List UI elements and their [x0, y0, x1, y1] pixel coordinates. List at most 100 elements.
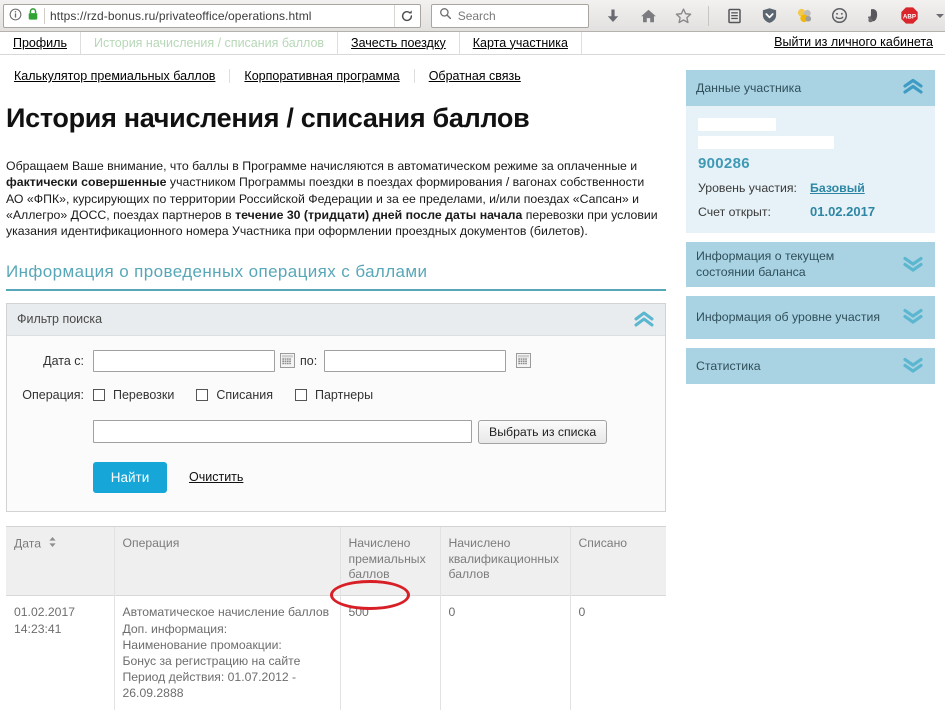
adblock-plus-icon[interactable]: ABP	[899, 6, 919, 26]
browser-toolbar-icons: ABP	[603, 6, 945, 26]
double-chevron-up-icon[interactable]	[633, 310, 655, 328]
downloads-icon[interactable]	[603, 6, 623, 26]
find-button[interactable]: Найти	[93, 462, 167, 493]
double-chevron-down-icon[interactable]	[901, 306, 925, 328]
svg-text:ABP: ABP	[902, 14, 915, 21]
toolbar-divider	[708, 6, 709, 26]
calendar-icon-to[interactable]	[516, 353, 531, 368]
home-icon[interactable]	[638, 6, 658, 26]
extension-flower-icon[interactable]	[794, 6, 814, 26]
nav-link-profile[interactable]: Профиль	[13, 36, 67, 50]
nav-item-profile[interactable]: Профиль	[0, 32, 81, 55]
checkbox-partners[interactable]	[295, 389, 307, 401]
sort-arrows-icon[interactable]	[48, 536, 57, 553]
column-header-date[interactable]: Дата	[6, 527, 114, 596]
date-from-label: Дата с:	[7, 354, 93, 368]
panel-header-member-data[interactable]: Данные участника	[686, 70, 935, 106]
clear-button[interactable]: Очистить	[189, 470, 243, 484]
primary-navigation: Профиль История начисления / списания ба…	[0, 32, 945, 55]
bookmark-star-icon[interactable]	[673, 6, 693, 26]
member-level-label: Уровень участия:	[698, 181, 810, 195]
operations-table-wrapper: Дата Операция Начислено премиальных балл…	[6, 526, 666, 710]
account-opened-label: Счет открыт:	[698, 205, 810, 219]
intro-paragraph: Обращаем Ваше внимание, что баллы в Прог…	[6, 158, 661, 240]
column-header-operation: Операция	[114, 527, 340, 596]
page-info-icon[interactable]	[9, 8, 22, 24]
evernote-icon[interactable]	[864, 6, 884, 26]
chevron-down-icon[interactable]	[934, 6, 945, 26]
lock-icon[interactable]	[27, 7, 39, 24]
panel-header-balance-info[interactable]: Информация о текущем состоянии баланса	[686, 242, 935, 287]
cell-qualification-points: 0	[440, 596, 570, 710]
nav-link-count-trip[interactable]: Зачесть поездку	[351, 36, 446, 50]
filter-panel-body: Дата с: по: Операция: Перевозки Списания…	[7, 336, 665, 511]
filter-row-partner-select: Выбрать из списка	[7, 420, 665, 444]
redacted-member-line-2	[698, 136, 834, 149]
panel-member-data: Данные участника 900286 Уровень участия:…	[686, 70, 935, 233]
checkbox-writeoffs[interactable]	[196, 389, 208, 401]
panel-title-level-info: Информация об уровне участия	[696, 310, 901, 325]
address-bar-divider	[44, 8, 45, 24]
nav-item-count-trip[interactable]: Зачесть поездку	[338, 32, 460, 55]
section-heading: Информация о проведенных операциях с бал…	[6, 262, 666, 291]
nav-label-corporate-program: Корпоративная программа	[244, 69, 399, 83]
sidebar: Данные участника 900286 Уровень участия:…	[686, 70, 935, 393]
panel-header-level-info[interactable]: Информация об уровне участия	[686, 296, 935, 339]
panel-statistics: Статистика	[686, 348, 935, 384]
intro-bold-1: фактически совершенные	[6, 175, 167, 189]
nav-item-feedback[interactable]: Обратная связь	[415, 69, 535, 83]
account-opened-value: 01.02.2017	[810, 204, 875, 219]
shield-icon[interactable]	[759, 6, 779, 26]
double-chevron-down-icon[interactable]	[901, 254, 925, 276]
checkbox-transport[interactable]	[93, 389, 105, 401]
smiley-icon[interactable]	[829, 6, 849, 26]
member-id: 900286	[698, 155, 923, 172]
member-level-value[interactable]: Базовый	[810, 181, 865, 195]
checkbox-label-partners: Партнеры	[315, 388, 373, 402]
url-text: https://rzd-bonus.ru/privateoffice/opera…	[50, 9, 312, 23]
table-head: Дата Операция Начислено премиальных балл…	[6, 527, 666, 596]
member-level-row: Уровень участия: Базовый	[698, 181, 923, 195]
cell-operation: Автоматическое начисление баллов Доп. ин…	[114, 596, 340, 710]
table-row[interactable]: 01.02.2017 14:23:41 Автоматическое начис…	[6, 596, 666, 710]
reload-icon[interactable]	[394, 5, 420, 27]
column-header-qualification-points: Начислено квалификационных баллов	[440, 527, 570, 596]
nav-item-member-card[interactable]: Карта участника	[460, 32, 582, 55]
calendar-icon-from[interactable]	[280, 353, 295, 368]
panel-title-balance-info: Информация о текущем состоянии баланса	[696, 249, 901, 280]
nav-item-points-calculator[interactable]: Калькулятор премиальных баллов	[0, 69, 230, 83]
logout-link[interactable]: Выйти из личного кабинета	[774, 35, 933, 49]
address-bar-identity[interactable]	[4, 7, 43, 24]
reading-list-icon[interactable]	[724, 6, 744, 26]
date-to-input[interactable]	[324, 350, 506, 372]
redacted-member-name	[698, 118, 776, 131]
cell-written-off: 0	[570, 596, 666, 710]
address-bar[interactable]: https://rzd-bonus.ru/privateoffice/opera…	[3, 4, 421, 28]
filter-row-dates: Дата с: по:	[7, 350, 665, 372]
filter-panel-header[interactable]: Фильтр поиска	[7, 304, 665, 336]
double-chevron-down-icon[interactable]	[901, 355, 925, 377]
secondary-navigation: Калькулятор премиальных баллов Корпорати…	[0, 63, 680, 89]
panel-header-statistics[interactable]: Статистика	[686, 348, 935, 384]
intro-bold-2: течение 30 (тридцати) дней после даты на…	[235, 208, 522, 222]
column-header-written-off: Списано	[570, 527, 666, 596]
checkbox-label-writeoffs: Списания	[216, 388, 273, 402]
partner-input[interactable]	[93, 420, 472, 443]
main-content: История начисления / списания баллов Обр…	[0, 95, 672, 710]
search-bar[interactable]: Search	[431, 4, 589, 28]
browser-chrome: https://rzd-bonus.ru/privateoffice/opera…	[0, 0, 945, 32]
date-from-input[interactable]	[93, 350, 275, 372]
nav-label-points-calculator: Калькулятор премиальных баллов	[14, 69, 215, 83]
cell-bonus-points: 500	[340, 596, 440, 710]
search-input[interactable]: Search	[458, 9, 496, 23]
nav-label-history: История начисления / списания баллов	[94, 36, 324, 50]
intro-text-1: Обращаем Ваше внимание, что баллы в Прог…	[6, 159, 637, 173]
table-body: 01.02.2017 14:23:41 Автоматическое начис…	[6, 596, 666, 710]
select-from-list-button[interactable]: Выбрать из списка	[478, 420, 607, 444]
nav-link-member-card[interactable]: Карта участника	[473, 36, 568, 50]
column-label-date: Дата	[14, 536, 41, 550]
nav-item-corporate-program[interactable]: Корпоративная программа	[230, 69, 414, 83]
double-chevron-up-icon[interactable]	[901, 77, 925, 99]
account-opened-row: Счет открыт: 01.02.2017	[698, 204, 923, 219]
panel-level-info: Информация об уровне участия	[686, 296, 935, 339]
